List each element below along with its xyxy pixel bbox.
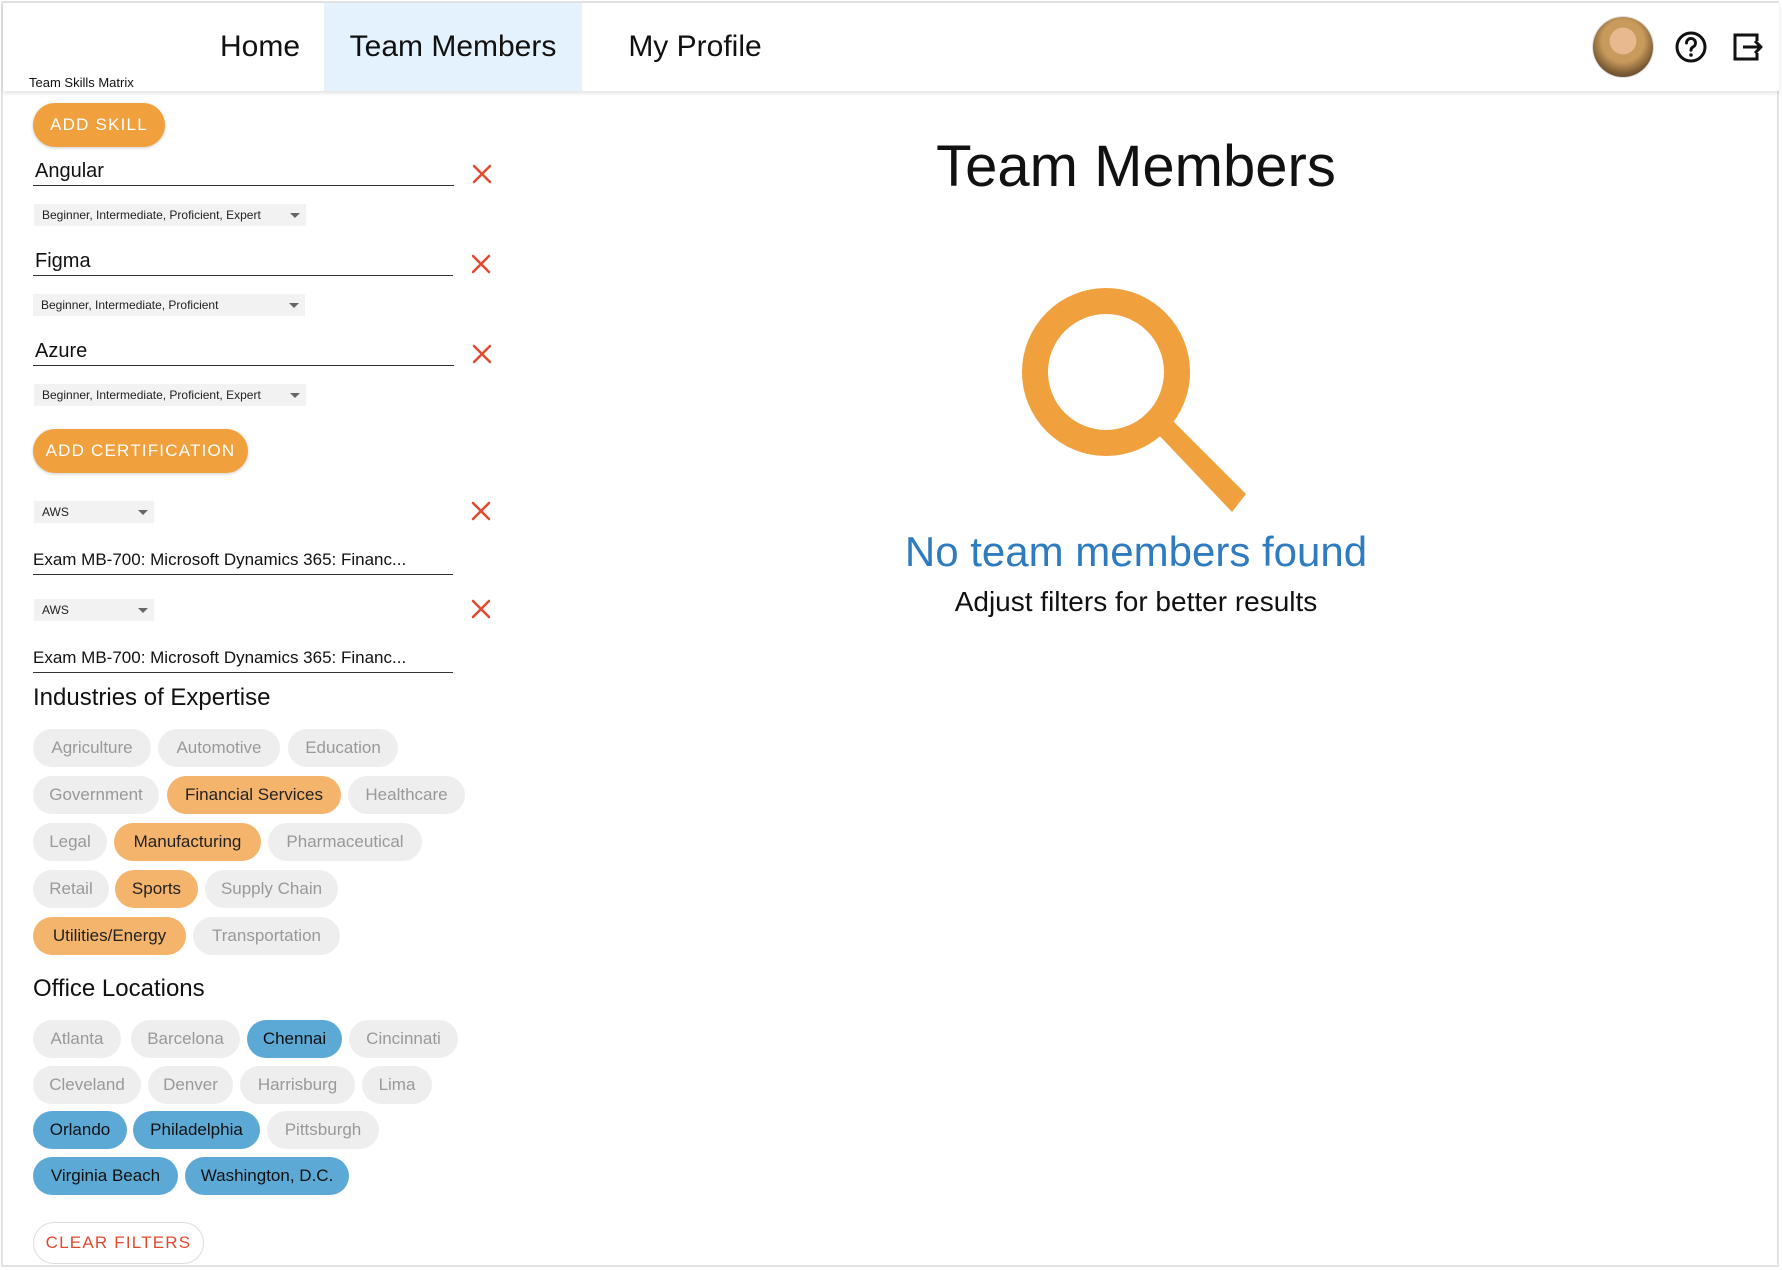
add-certification-button[interactable]: ADD CERTIFICATION (33, 429, 248, 473)
industry-chip[interactable]: Legal (33, 823, 107, 861)
empty-state-subtitle: Adjust filters for better results (954, 586, 1318, 617)
location-chip[interactable]: Cleveland (33, 1066, 141, 1104)
add-skill-button[interactable]: ADD SKILL (33, 103, 165, 147)
clear-filters-button[interactable]: CLEAR FILTERS (33, 1222, 204, 1264)
industries-heading: Industries of Expertise (33, 684, 271, 711)
location-chip[interactable]: Atlanta (33, 1020, 121, 1058)
remove-skill-icon[interactable] (470, 162, 494, 186)
industry-chip[interactable]: Manufacturing (114, 823, 261, 861)
user-avatar[interactable] (1593, 17, 1653, 77)
cert-provider-select[interactable]: AWS (34, 501, 154, 523)
industry-chip[interactable]: Government (33, 776, 159, 814)
search-icon (1022, 288, 1246, 512)
chevron-down-icon (138, 608, 148, 613)
remove-skill-icon[interactable] (470, 342, 494, 366)
cert-provider-value: AWS (42, 505, 69, 519)
location-chip[interactable]: Virginia Beach (33, 1157, 178, 1195)
location-chip[interactable]: Harrisburg (240, 1066, 355, 1104)
industry-chip[interactable]: Sports (115, 870, 198, 908)
location-chip[interactable]: Barcelona (131, 1020, 240, 1058)
location-chip[interactable]: Philadelphia (133, 1111, 260, 1149)
help-circle-icon[interactable] (1671, 27, 1711, 67)
industry-chip[interactable]: Utilities/Energy (33, 917, 186, 955)
app-title: Team Skills Matrix (29, 75, 134, 90)
industry-chip[interactable]: Automotive (158, 729, 280, 767)
tab-team-members[interactable]: Team Members (324, 3, 582, 91)
chevron-down-icon (290, 393, 300, 398)
tab-my-profile[interactable]: My Profile (615, 3, 775, 91)
skill-name-input[interactable]: Angular (33, 156, 454, 186)
remove-certification-icon[interactable] (469, 597, 493, 621)
logout-icon[interactable] (1727, 27, 1767, 67)
industry-chip[interactable]: Supply Chain (205, 870, 338, 908)
chevron-down-icon (290, 213, 300, 218)
industry-chip[interactable]: Agriculture (33, 729, 151, 767)
skill-level-value: Beginner, Intermediate, Proficient, Expe… (42, 208, 261, 222)
industry-chip[interactable]: Financial Services (167, 776, 341, 814)
industry-chip[interactable]: Education (288, 729, 398, 767)
skill-level-select[interactable]: Beginner, Intermediate, Proficient (33, 294, 305, 316)
location-chip[interactable]: Pittsburgh (267, 1111, 379, 1149)
location-chip[interactable]: Cincinnati (349, 1020, 458, 1058)
chevron-down-icon (289, 303, 299, 308)
skill-level-value: Beginner, Intermediate, Proficient, Expe… (42, 388, 261, 402)
location-chip[interactable]: Washington, D.C. (185, 1157, 349, 1195)
skill-level-select[interactable]: Beginner, Intermediate, Proficient, Expe… (34, 384, 306, 406)
locations-heading: Office Locations (33, 975, 205, 1002)
location-chip[interactable]: Denver (148, 1066, 233, 1104)
location-chip[interactable]: Chennai (247, 1020, 342, 1058)
cert-exam-input[interactable]: Exam MB-700: Microsoft Dynamics 365: Fin… (33, 643, 453, 673)
industry-chip[interactable]: Pharmaceutical (268, 823, 422, 861)
skill-name-input[interactable]: Figma (33, 246, 453, 276)
chevron-down-icon (138, 510, 148, 515)
cert-provider-select[interactable]: AWS (34, 599, 154, 621)
empty-state-title: No team members found (904, 528, 1368, 575)
tab-home[interactable]: Home (191, 3, 329, 91)
page-title: Team Members (936, 134, 1336, 199)
location-chip[interactable]: Orlando (33, 1111, 127, 1149)
skill-level-select[interactable]: Beginner, Intermediate, Proficient, Expe… (34, 204, 306, 226)
location-chip[interactable]: Lima (362, 1066, 432, 1104)
industry-chip[interactable]: Transportation (193, 917, 340, 955)
skill-name-input[interactable]: Azure (33, 336, 454, 366)
remove-certification-icon[interactable] (469, 499, 493, 523)
remove-skill-icon[interactable] (469, 252, 493, 276)
cert-provider-value: AWS (42, 603, 69, 617)
cert-exam-input[interactable]: Exam MB-700: Microsoft Dynamics 365: Fin… (33, 545, 453, 575)
skill-level-value: Beginner, Intermediate, Proficient (41, 298, 219, 312)
top-nav-bar: Team Skills Matrix Home Team Members My … (3, 3, 1779, 91)
industry-chip[interactable]: Retail (33, 870, 109, 908)
industry-chip[interactable]: Healthcare (348, 776, 465, 814)
